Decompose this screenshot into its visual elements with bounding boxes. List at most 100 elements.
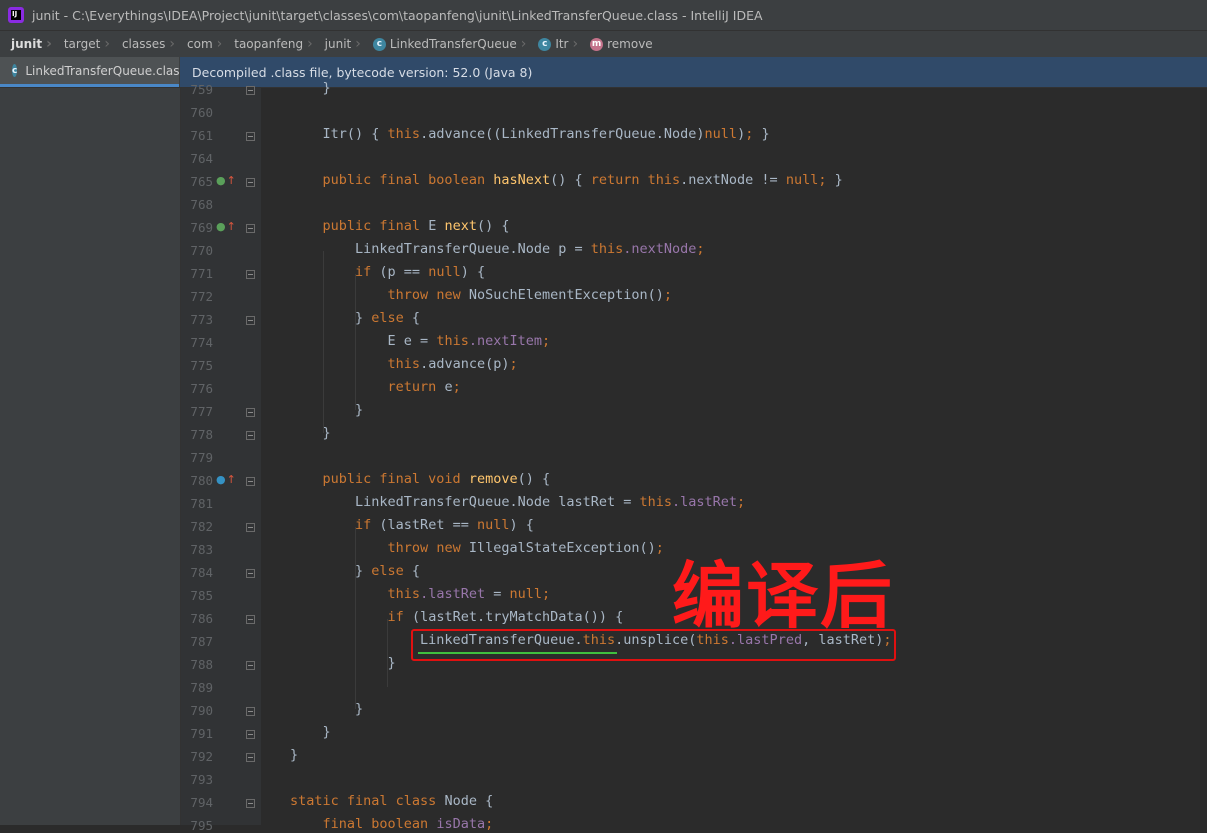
project-panel xyxy=(0,88,181,825)
breadcrumb-separator-icon: › xyxy=(572,36,579,52)
fold-toggle-icon[interactable] xyxy=(246,178,255,187)
breadcrumb-label: LinkedTransferQueue xyxy=(389,37,517,51)
code-token: static final class xyxy=(290,793,445,809)
code-token: e xyxy=(444,379,453,395)
code-line: throw new NoSuchElementException(); xyxy=(290,287,673,303)
fold-toggle-icon[interactable] xyxy=(246,408,255,417)
fold-toggle-icon[interactable] xyxy=(246,730,255,739)
fold-toggle-icon[interactable] xyxy=(246,707,255,716)
code-token: { xyxy=(411,563,421,579)
breadcrumb-item-target[interactable]: target › xyxy=(56,36,114,52)
code-line: if (lastRet.tryMatchData()) { xyxy=(290,609,624,625)
fold-toggle-icon[interactable] xyxy=(246,661,255,670)
code-token: throw new xyxy=(387,540,469,556)
code-token: public final void xyxy=(322,471,469,487)
fold-toggle-icon[interactable] xyxy=(246,615,255,624)
code-token: if xyxy=(355,264,380,280)
class-icon: c xyxy=(12,64,18,77)
decompiled-banner: Decompiled .class file, bytecode version… xyxy=(180,57,1207,87)
breadcrumb-item-remove[interactable]: m remove xyxy=(582,37,657,51)
fold-toggle-icon[interactable] xyxy=(246,270,255,279)
code-token: E e = xyxy=(290,333,437,349)
code-token: LinkedTransferQueue.Node p = xyxy=(290,241,591,257)
line-number: 785 xyxy=(190,588,213,603)
fold-toggle-icon[interactable] xyxy=(246,569,255,578)
line-number: 779 xyxy=(190,450,213,465)
breadcrumb-item-itr[interactable]: c Itr › xyxy=(530,36,582,52)
line-number: 769 xyxy=(190,220,213,235)
code-line: } xyxy=(290,425,331,441)
code-token: return xyxy=(387,379,445,395)
fold-toggle-icon[interactable] xyxy=(246,224,255,233)
code-token: null xyxy=(509,586,542,602)
fold-toggle-icon[interactable] xyxy=(246,523,255,532)
code-token: } xyxy=(290,701,364,717)
code-token: final boolean xyxy=(322,816,437,832)
code-token: (lastRet.tryMatchData()) { xyxy=(411,609,624,625)
breadcrumb-item-classes[interactable]: classes › xyxy=(114,36,179,52)
implements-marker-icon[interactable]: ●↑ xyxy=(216,473,236,486)
line-number: 774 xyxy=(190,335,213,350)
override-marker-icon[interactable]: ●↑ xyxy=(216,174,236,187)
breadcrumb-item-linkedtransferqueue[interactable]: c LinkedTransferQueue › xyxy=(365,36,530,52)
fold-toggle-icon[interactable] xyxy=(246,477,255,486)
line-number: 760 xyxy=(190,105,213,120)
breadcrumb-item-taopanfeng[interactable]: taopanfeng › xyxy=(226,36,316,52)
fold-toggle-icon[interactable] xyxy=(246,431,255,440)
line-number: 789 xyxy=(190,680,213,695)
fold-toggle-icon[interactable] xyxy=(246,86,255,95)
breadcrumb: junit › target › classes › com › taopanfeng › juni… xyxy=(0,30,1207,57)
code-token: ; xyxy=(485,816,494,832)
code-token: ; xyxy=(541,333,551,349)
code-token: IllegalStateException() xyxy=(468,540,656,556)
code-line: } xyxy=(290,747,298,763)
tab-linkedtransferqueue-class[interactable]: c LinkedTransferQueue.class xyxy=(0,57,186,87)
fold-toggle-icon[interactable] xyxy=(246,799,255,808)
code-line: this.lastRet = null; xyxy=(290,586,551,602)
breadcrumb-item-junit[interactable]: junit › xyxy=(0,36,56,52)
code-token: () { xyxy=(476,218,510,234)
line-number: 782 xyxy=(190,519,213,534)
line-number: 759 xyxy=(190,82,213,97)
code-line: E e = this.nextItem; xyxy=(290,333,551,349)
override-marker-icon[interactable]: ●↑ xyxy=(216,220,236,233)
code-token: ) xyxy=(737,126,746,142)
code-token: } xyxy=(290,80,331,96)
code-token: return this xyxy=(590,172,681,188)
fold-toggle-icon[interactable] xyxy=(246,132,255,141)
code-token: ; xyxy=(452,379,461,395)
line-number: 770 xyxy=(190,243,213,258)
code-token: null xyxy=(704,126,738,142)
code-token: } xyxy=(826,172,843,188)
line-number: 778 xyxy=(190,427,213,442)
breadcrumb-label: junit xyxy=(324,37,352,51)
breadcrumb-label: target xyxy=(63,37,101,51)
line-number: 771 xyxy=(190,266,213,281)
code-token: this xyxy=(590,241,624,257)
code-token: ; xyxy=(737,494,746,510)
code-token: this xyxy=(387,126,421,142)
code-token: ; xyxy=(663,287,673,303)
code-token: } xyxy=(290,563,372,579)
line-number: 784 xyxy=(190,565,213,580)
breadcrumb-item-junit[interactable]: junit › xyxy=(317,36,365,52)
line-number: 794 xyxy=(190,795,213,810)
code-token: throw new xyxy=(387,287,469,303)
breadcrumb-separator-icon: › xyxy=(46,36,52,52)
code-token: } xyxy=(753,126,770,142)
class-icon: c xyxy=(372,37,386,51)
code-editor[interactable] xyxy=(261,88,1207,825)
code-token: = xyxy=(485,586,510,602)
line-number: 787 xyxy=(190,634,213,649)
breadcrumb-item-com[interactable]: com › xyxy=(179,36,226,52)
fold-toggle-icon[interactable] xyxy=(246,753,255,762)
code-token: (p == xyxy=(379,264,429,280)
line-number: 761 xyxy=(190,128,213,143)
code-token: null xyxy=(428,264,461,280)
code-token: remove xyxy=(468,471,518,487)
code-token: null xyxy=(476,517,510,533)
breadcrumb-separator-icon: › xyxy=(216,36,223,52)
code-token: isData xyxy=(436,816,486,832)
fold-toggle-icon[interactable] xyxy=(246,316,255,325)
